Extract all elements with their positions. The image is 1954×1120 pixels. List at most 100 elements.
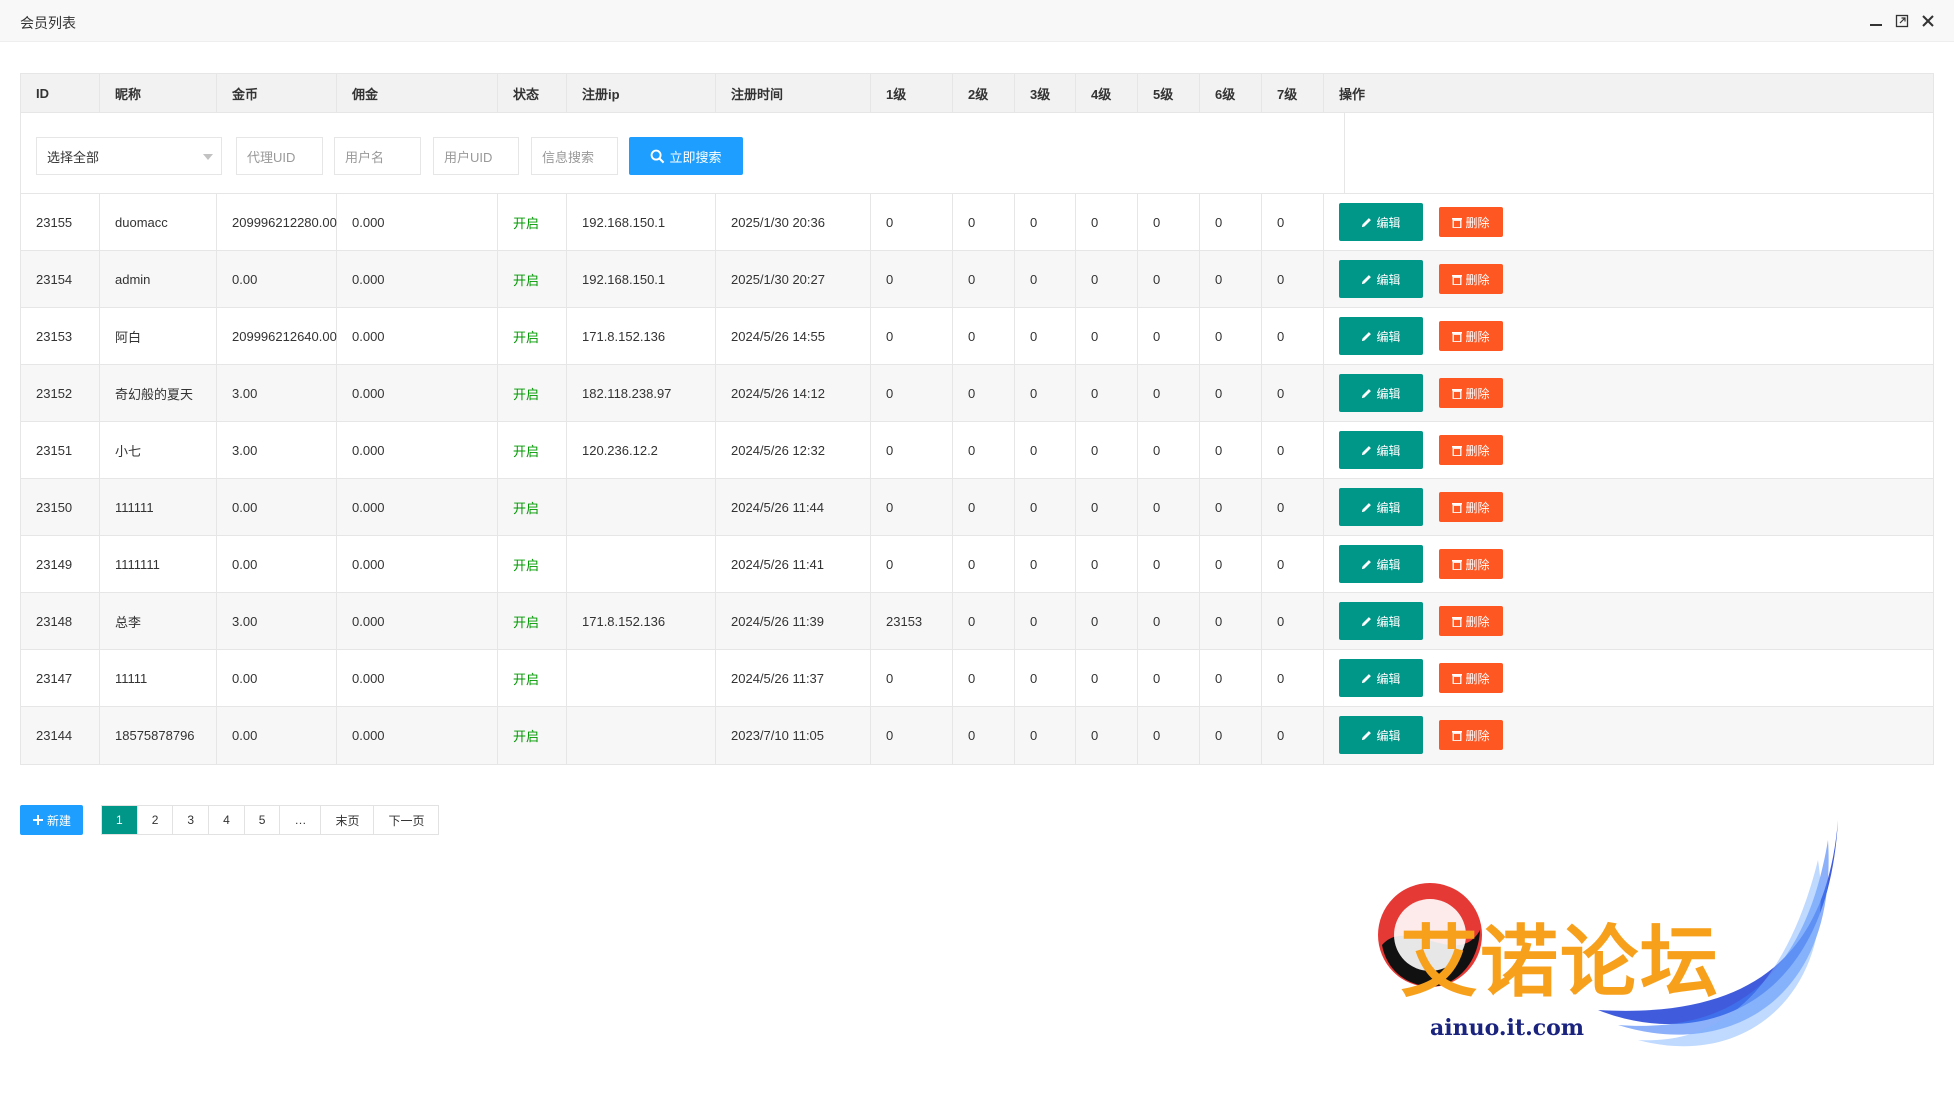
edit-button[interactable]: 编辑 bbox=[1339, 659, 1423, 697]
scope-select[interactable]: 选择全部 bbox=[36, 137, 222, 175]
delete-button[interactable]: 删除 bbox=[1439, 720, 1503, 750]
coins-value: 3.00 bbox=[232, 442, 258, 458]
level4-value: 0 bbox=[1091, 271, 1099, 287]
plus-icon bbox=[32, 815, 43, 825]
delete-button[interactable]: 删除 bbox=[1439, 207, 1503, 237]
edit-button[interactable]: 编辑 bbox=[1339, 317, 1423, 355]
cell-id: 23153 bbox=[21, 308, 100, 364]
table-header: ID 昵称 金币 佣金 状态 注册ip 注册时间 1级 2级 3级 4级 5级 6级 7级 操作 bbox=[21, 74, 1933, 113]
page-item[interactable]: 下一页 bbox=[374, 806, 438, 834]
maximize-icon[interactable] bbox=[1892, 10, 1912, 32]
id-value: 23147 bbox=[36, 670, 73, 686]
cell-level7: 0 bbox=[1262, 707, 1324, 764]
level4-value: 0 bbox=[1091, 728, 1099, 743]
id-value: 23144 bbox=[36, 728, 73, 743]
delete-button[interactable]: 删除 bbox=[1439, 663, 1503, 693]
column-header: 5级 bbox=[1138, 74, 1200, 112]
delete-button[interactable]: 删除 bbox=[1439, 264, 1503, 294]
trash-icon bbox=[1452, 559, 1463, 570]
trash-icon bbox=[1452, 331, 1463, 342]
delete-button[interactable]: 删除 bbox=[1439, 321, 1503, 351]
edit-button[interactable]: 编辑 bbox=[1339, 545, 1423, 583]
level7-value: 0 bbox=[1277, 556, 1285, 572]
search-button-label: 立即搜索 bbox=[669, 149, 722, 165]
edit-button[interactable]: 编辑 bbox=[1339, 488, 1423, 526]
page-item[interactable]: 末页 bbox=[321, 806, 375, 834]
cell-reg-ip: 192.168.150.1 bbox=[567, 194, 716, 250]
close-icon[interactable] bbox=[1918, 10, 1938, 32]
cell-level2: 0 bbox=[953, 251, 1015, 307]
column-header: 6级 bbox=[1200, 74, 1262, 112]
cell-reg-ip bbox=[567, 479, 716, 535]
id-value: 23149 bbox=[36, 556, 73, 572]
edit-button[interactable]: 编辑 bbox=[1339, 203, 1423, 241]
info-search-input[interactable]: 信息搜索 bbox=[531, 137, 618, 175]
cell-reg-ip: 171.8.152.136 bbox=[567, 308, 716, 364]
edit-button[interactable]: 编辑 bbox=[1339, 431, 1423, 469]
cell-level1: 0 bbox=[871, 422, 953, 478]
cell-commission: 0.000 bbox=[337, 308, 498, 364]
cell-reg-ip bbox=[567, 707, 716, 764]
cell-level4: 0 bbox=[1076, 422, 1138, 478]
page-item[interactable]: 2 bbox=[138, 806, 174, 834]
cell-level5: 0 bbox=[1138, 536, 1200, 592]
cell-level7: 0 bbox=[1262, 194, 1324, 250]
table-row: 23147 11111 0.00 0.000 开启 2024/5/26 11:37 0 0 0 0… bbox=[21, 650, 1933, 707]
minimize-icon[interactable] bbox=[1866, 10, 1886, 32]
level3-value: 0 bbox=[1030, 214, 1038, 230]
agent-uid-input[interactable]: 代理UID bbox=[236, 137, 323, 175]
delete-button[interactable]: 删除 bbox=[1439, 378, 1503, 408]
search-button[interactable]: 立即搜索 bbox=[629, 137, 743, 175]
status-value: 开启 bbox=[513, 614, 540, 630]
edit-button[interactable]: 编辑 bbox=[1339, 602, 1423, 640]
cell-coins: 209996212280.00 bbox=[217, 194, 337, 250]
level7-value: 0 bbox=[1277, 328, 1285, 344]
column-header: 1级 bbox=[871, 74, 953, 112]
cell-reg-ip: 192.168.150.1 bbox=[567, 251, 716, 307]
edit-button[interactable]: 编辑 bbox=[1339, 260, 1423, 298]
reg-ip-value: 171.8.152.136 bbox=[582, 613, 666, 629]
cell-reg-ip bbox=[567, 650, 716, 706]
cell-coins: 0.00 bbox=[217, 479, 337, 535]
delete-button[interactable]: 删除 bbox=[1439, 435, 1503, 465]
level6-value: 0 bbox=[1215, 613, 1223, 629]
level7-value: 0 bbox=[1277, 385, 1285, 401]
username-input[interactable]: 用户名 bbox=[334, 137, 421, 175]
commission-value: 0.000 bbox=[352, 499, 385, 515]
commission-value: 0.000 bbox=[352, 670, 385, 686]
edit-button[interactable]: 编辑 bbox=[1339, 374, 1423, 412]
nickname-value: 总李 bbox=[115, 614, 142, 630]
cell-level6: 0 bbox=[1200, 650, 1262, 706]
delete-button[interactable]: 删除 bbox=[1439, 492, 1503, 522]
page-item[interactable]: 4 bbox=[209, 806, 245, 834]
cell-commission: 0.000 bbox=[337, 479, 498, 535]
cell-commission: 0.000 bbox=[337, 650, 498, 706]
user-uid-input[interactable]: 用户UID bbox=[433, 137, 519, 175]
cell-level7: 0 bbox=[1262, 650, 1324, 706]
cell-coins: 209996212640.00 bbox=[217, 308, 337, 364]
edit-button[interactable]: 编辑 bbox=[1339, 716, 1423, 754]
status-value: 开启 bbox=[513, 386, 540, 402]
new-button[interactable]: 新建 bbox=[20, 805, 83, 835]
cell-level1: 0 bbox=[871, 251, 953, 307]
coins-value: 0.00 bbox=[232, 728, 258, 743]
level3-value: 0 bbox=[1030, 385, 1038, 401]
level7-value: 0 bbox=[1277, 499, 1285, 515]
page-item[interactable]: 1 bbox=[102, 806, 138, 834]
level4-value: 0 bbox=[1091, 442, 1099, 458]
delete-button[interactable]: 删除 bbox=[1439, 549, 1503, 579]
cell-reg-ip bbox=[567, 536, 716, 592]
level3-value: 0 bbox=[1030, 271, 1038, 287]
page-item[interactable]: 3 bbox=[173, 806, 210, 834]
page-item[interactable]: 5 bbox=[245, 806, 281, 834]
page-item[interactable]: … bbox=[280, 806, 322, 834]
cell-level5: 0 bbox=[1138, 479, 1200, 535]
cell-id: 23155 bbox=[21, 194, 100, 250]
delete-button[interactable]: 删除 bbox=[1439, 606, 1503, 636]
cell-nickname: admin bbox=[100, 251, 217, 307]
pencil-icon bbox=[1362, 502, 1372, 512]
id-value: 23154 bbox=[36, 271, 73, 287]
nickname-value: 111111 bbox=[115, 499, 154, 515]
level5-value: 0 bbox=[1153, 271, 1161, 287]
cell-level4: 0 bbox=[1076, 365, 1138, 421]
